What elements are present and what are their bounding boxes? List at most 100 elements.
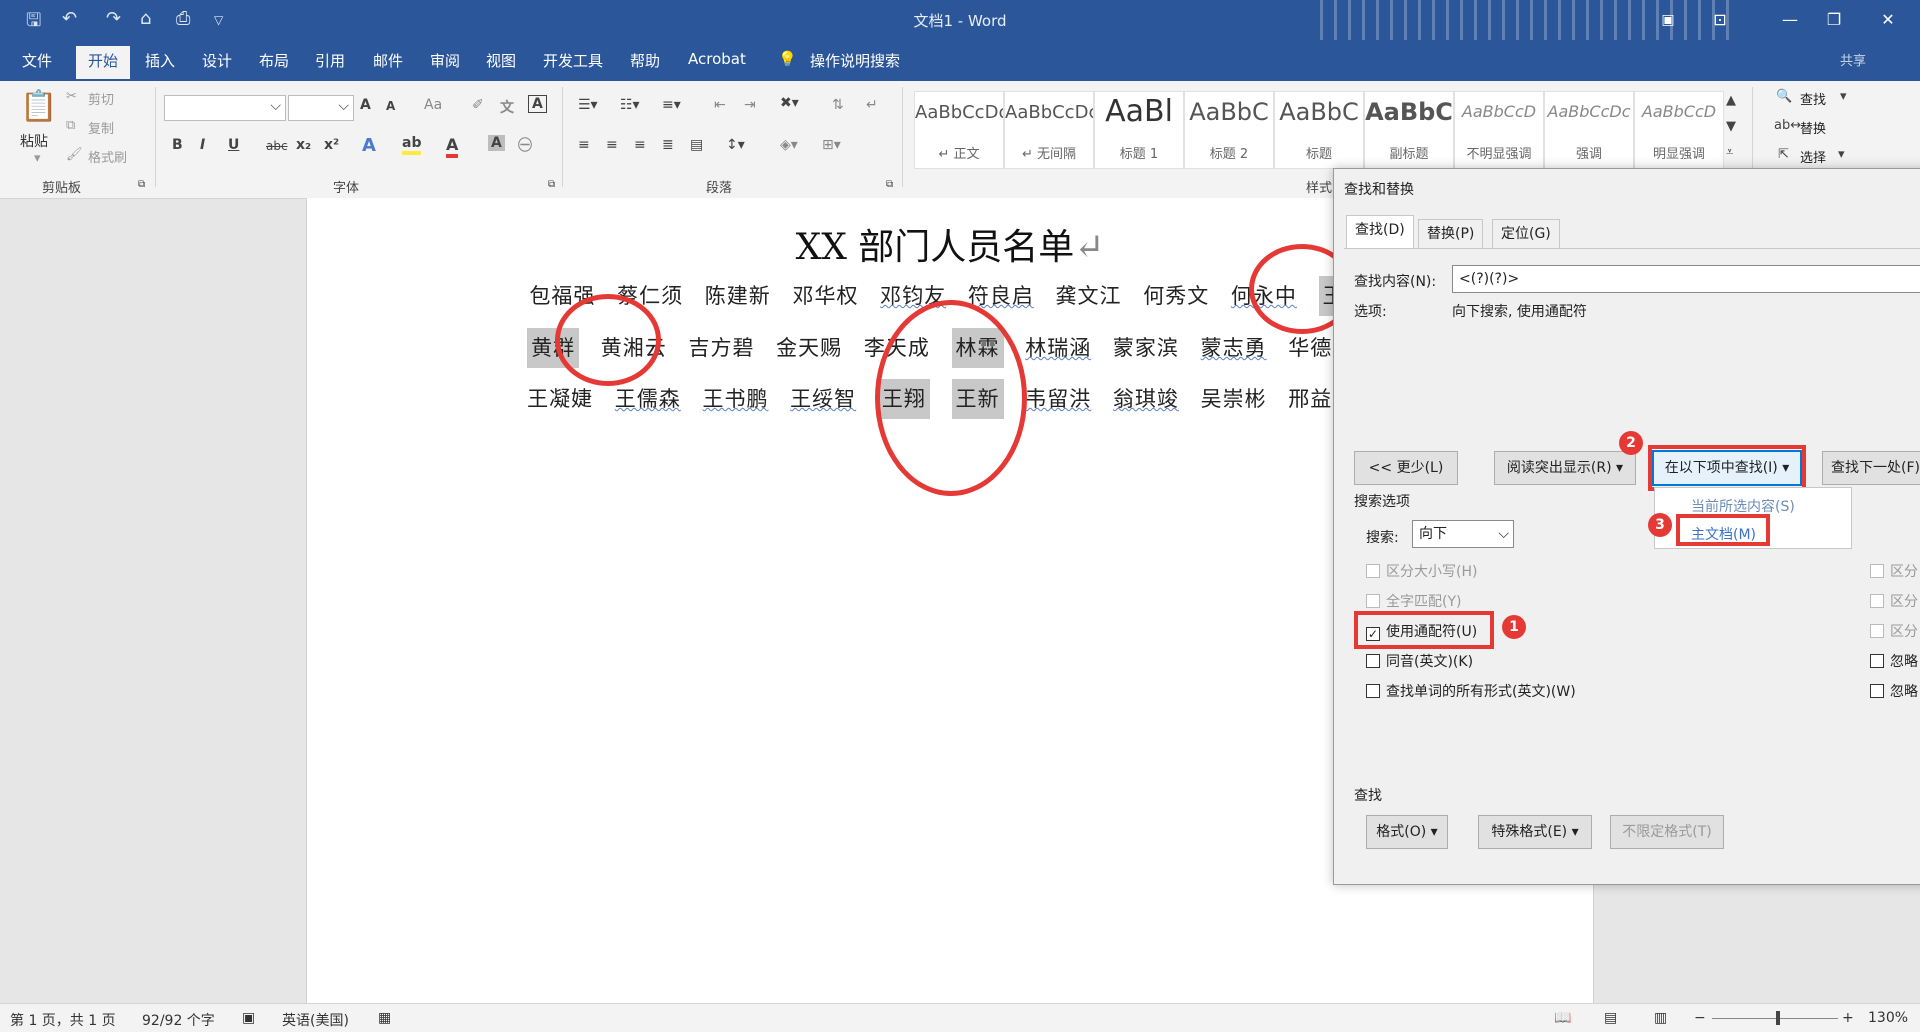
tell-me-search[interactable]: 操作说明搜索	[810, 50, 900, 71]
sounds-like-checkbox[interactable]: 同音(英文)(K)	[1366, 651, 1473, 671]
zoom-level[interactable]: 130%	[1868, 1010, 1908, 1026]
ignore-space-checkbox[interactable]: 忽略	[1870, 681, 1918, 701]
find-button[interactable]: 查找	[1800, 89, 1826, 108]
share-button[interactable]: 共享	[1840, 50, 1866, 69]
bullets-icon[interactable]: ☰▾	[578, 97, 598, 113]
justify-icon[interactable]: ≣	[662, 137, 674, 153]
tab-acrobat[interactable]: Acrobat	[688, 50, 746, 68]
search-direction-select[interactable]: 向下 ⌵	[1412, 520, 1514, 548]
find-what-input[interactable]: <(?)(?)>	[1452, 265, 1920, 293]
format-button[interactable]: 格式(O) ▾	[1366, 815, 1448, 849]
style-emphasis[interactable]: AaBbCcDc 强调	[1544, 91, 1634, 169]
font-launcher-icon[interactable]: ⧉	[548, 179, 555, 190]
format-painter-button[interactable]: 格式刷	[88, 147, 127, 166]
paragraph-launcher-icon[interactable]: ⧉	[886, 179, 893, 190]
char-shading-icon[interactable]: A	[488, 135, 505, 151]
styles-scroll-down-icon[interactable]: ▼	[1726, 119, 1736, 134]
reading-highlight-button[interactable]: 阅读突出显示(R) ▾	[1494, 451, 1636, 485]
menu-item-current-selection[interactable]: 当前所选内容(S)	[1691, 496, 1795, 516]
clear-format-icon[interactable]: ✐	[472, 97, 484, 113]
web-layout-icon[interactable]: ▥	[1654, 1010, 1667, 1026]
tab-insert[interactable]: 插入	[145, 50, 175, 71]
line-spacing-icon[interactable]: ↕▾	[726, 137, 745, 153]
style-subtle-emphasis[interactable]: AaBbCcD 不明显强调	[1454, 91, 1544, 169]
match-case-checkbox[interactable]: 区分大小写(H)	[1366, 561, 1477, 581]
tab-file[interactable]: 文件	[22, 50, 52, 71]
grow-font-icon[interactable]: A	[360, 97, 371, 113]
word-count[interactable]: 92/92 个字	[142, 1010, 215, 1030]
tab-review[interactable]: 审阅	[430, 50, 460, 71]
zoom-in-icon[interactable]: +	[1842, 1010, 1854, 1026]
style-heading-2[interactable]: AaBbC 标题 2	[1184, 91, 1274, 169]
print-layout-icon[interactable]: ▤	[1604, 1010, 1617, 1026]
enclose-char-icon[interactable]: ㊀	[518, 135, 532, 155]
clipboard-launcher-icon[interactable]: ⧉	[138, 179, 145, 190]
style-normal[interactable]: AaBbCcDc ↵ 正文	[914, 91, 1004, 169]
paste-dropdown-icon[interactable]: ▾	[34, 151, 41, 166]
select-dropdown-icon[interactable]: ▾	[1838, 147, 1845, 162]
zoom-slider-thumb[interactable]	[1776, 1011, 1780, 1025]
close-icon[interactable]: ✕	[1868, 6, 1908, 34]
borders-icon[interactable]: ⊞▾	[822, 137, 841, 153]
tab-references[interactable]: 引用	[315, 50, 345, 71]
distributed-icon[interactable]: ▤	[690, 137, 703, 153]
font-size-combo[interactable]: ⌵	[288, 95, 354, 121]
restore-icon[interactable]: ❐	[1814, 6, 1854, 34]
align-left-icon[interactable]: ≡	[578, 137, 590, 153]
strikethrough-button[interactable]: abc	[266, 139, 288, 153]
account-icon[interactable]: ▣	[1648, 6, 1688, 34]
multilevel-list-icon[interactable]: ≡▾	[662, 97, 681, 113]
style-title[interactable]: AaBbC 标题	[1274, 91, 1364, 169]
whole-word-checkbox[interactable]: 全字匹配(Y)	[1366, 591, 1461, 611]
find-dropdown-icon[interactable]: ▾	[1840, 89, 1847, 104]
decrease-indent-icon[interactable]: ⇤	[714, 97, 726, 113]
tab-help[interactable]: 帮助	[630, 50, 660, 71]
show-marks-icon[interactable]: ↵	[866, 97, 878, 113]
tab-home[interactable]: 开始	[76, 46, 131, 79]
read-mode-icon[interactable]: 📖	[1554, 1010, 1571, 1026]
ignore-punct-checkbox[interactable]: 忽略	[1870, 651, 1918, 671]
tab-developer[interactable]: 开发工具	[543, 50, 603, 71]
align-right-icon[interactable]: ≡	[634, 137, 646, 153]
tab-view[interactable]: 视图	[486, 50, 516, 71]
bold-button[interactable]: B	[172, 137, 183, 153]
chinese-layout-icon[interactable]: ✖▾	[780, 95, 799, 111]
text-effects-icon[interactable]: A	[362, 135, 376, 156]
page-count[interactable]: 第 1 页，共 1 页	[10, 1010, 116, 1030]
macro-icon[interactable]: ▦	[378, 1010, 391, 1026]
numbering-icon[interactable]: ☷▾	[620, 97, 640, 113]
align-center-icon[interactable]: ≡	[606, 137, 618, 153]
underline-button[interactable]: U	[228, 137, 239, 153]
prefix-checkbox[interactable]: 区分	[1870, 561, 1918, 581]
shrink-font-icon[interactable]: A	[386, 99, 395, 113]
no-formatting-button[interactable]: 不限定格式(T)	[1610, 815, 1724, 849]
find-next-button[interactable]: 查找下一处(F)	[1822, 451, 1920, 485]
zoom-slider[interactable]	[1712, 1018, 1838, 1019]
special-format-button[interactable]: 特殊格式(E) ▾	[1478, 815, 1592, 849]
style-no-spacing[interactable]: AaBbCcDc ↵ 无间隔	[1004, 91, 1094, 169]
minimize-icon[interactable]: —	[1770, 6, 1810, 34]
superscript-button[interactable]: x²	[324, 137, 339, 153]
change-case-icon[interactable]: Aa	[424, 97, 442, 113]
styles-more-icon[interactable]: ⩡	[1726, 145, 1733, 160]
tab-goto[interactable]: 定位(G)	[1492, 219, 1560, 248]
italic-button[interactable]: I	[200, 137, 205, 153]
tab-replace[interactable]: 替换(P)	[1418, 219, 1484, 248]
sort-icon[interactable]: ⇅	[832, 97, 844, 113]
less-button[interactable]: << 更少(L)	[1354, 451, 1458, 485]
select-button[interactable]: 选择	[1800, 147, 1826, 166]
cut-button[interactable]: 剪切	[88, 89, 114, 108]
language-indicator[interactable]: 英语(美国)	[282, 1010, 349, 1030]
style-heading-1[interactable]: AaBl 标题 1	[1094, 91, 1184, 169]
style-intense-emphasis[interactable]: AaBbCcD 明显强调	[1634, 91, 1724, 169]
font-color-icon[interactable]: A	[446, 135, 459, 158]
tab-design[interactable]: 设计	[202, 50, 232, 71]
highlight-icon[interactable]: ab	[402, 135, 422, 155]
all-word-forms-checkbox[interactable]: 查找单词的所有形式(英文)(W)	[1366, 681, 1576, 701]
style-subtitle[interactable]: AaBbC 副标题	[1364, 91, 1454, 169]
width-checkbox[interactable]: 区分	[1870, 621, 1918, 641]
styles-scroll-up-icon[interactable]: ▲	[1726, 93, 1736, 108]
phonetic-guide-icon[interactable]: 文	[500, 97, 514, 117]
tab-mailings[interactable]: 邮件	[373, 50, 403, 71]
paste-icon[interactable]: 📋	[20, 89, 57, 124]
